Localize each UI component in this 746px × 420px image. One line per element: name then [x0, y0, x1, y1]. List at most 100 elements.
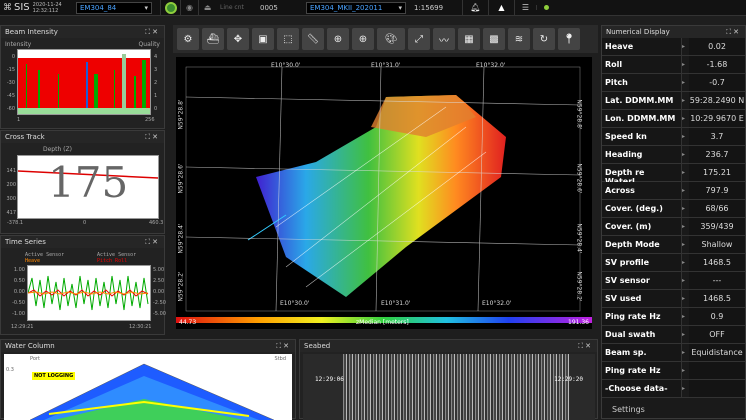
row-label: Heave — [602, 38, 682, 55]
app-name: SIS — [14, 2, 30, 13]
target-button[interactable]: ⊕ — [327, 28, 349, 50]
zoom-extent-button[interactable]: ⬚ — [277, 28, 299, 50]
colorbar-max: 191.36 — [568, 319, 589, 326]
pan-button[interactable]: ✥ — [227, 28, 249, 50]
numerical-row[interactable]: Cover. (deg.) ▸ 68/66 — [602, 200, 745, 218]
numerical-row[interactable]: Heave ▸ 0.02 — [602, 38, 745, 56]
warning-icon: ▲ — [498, 3, 505, 12]
row-value: --- — [689, 272, 745, 289]
graph-button[interactable]: 〰 — [433, 28, 455, 50]
numerical-row[interactable]: Ping rate Hz ▸ — [602, 362, 745, 380]
y-axis-right: 5.00 2.50 0.00 -2.50 -5.00 — [153, 265, 166, 320]
vessel-button[interactable]: ⛴ — [202, 28, 224, 50]
chevron-right-icon: ▸ — [682, 187, 686, 194]
status-indicator — [536, 5, 556, 10]
close-icon[interactable]: ✕ — [152, 133, 160, 141]
settings-link[interactable]: Settings — [612, 405, 645, 414]
numerical-row[interactable]: SV sensor ▸ --- — [602, 272, 745, 290]
panel-controls[interactable]: ⛶✕ — [145, 28, 160, 36]
line-icon: ⤢ — [415, 33, 423, 45]
survey-select[interactable]: EM304_MKII_202011 ▾ — [306, 1, 406, 14]
scale-value: 1:15699 — [414, 3, 444, 12]
pin-button[interactable]: 📍︎ — [558, 28, 580, 50]
panel-controls[interactable]: ⛶✕ — [578, 342, 593, 350]
bathymetry-map[interactable]: E10°30.0' E10°31.0' E10°32.0' E10°30.0' … — [176, 57, 592, 329]
numerical-row[interactable]: Heading ▸ 236.7 — [602, 146, 745, 164]
line-button[interactable]: ⤢ — [408, 28, 430, 50]
numerical-row[interactable]: Pitch ▸ -0.7 — [602, 74, 745, 92]
warning-button[interactable]: ▲ — [488, 0, 514, 16]
tick: -2.50 — [153, 300, 166, 306]
lon-tick: E10°30.0' — [271, 62, 301, 69]
tick: 5.00 — [153, 267, 165, 273]
record-button[interactable]: ◉ — [180, 0, 198, 16]
settings-button[interactable]: ⚙ — [177, 28, 199, 50]
panel-title: Water Column — [5, 342, 55, 350]
lon-tick: E10°31.0' — [371, 62, 401, 69]
tick: 0 — [11, 54, 15, 60]
refresh-button[interactable]: ↻ — [533, 28, 555, 50]
row-value: 1468.5 — [689, 254, 745, 271]
sensor-select[interactable]: EM304_84 ▾ — [76, 1, 152, 14]
numerical-row[interactable]: SV used ▸ 1468.5 — [602, 290, 745, 308]
chevron-right-icon: ▸ — [682, 295, 686, 302]
panel-title: Time Series — [5, 238, 46, 246]
numerical-row[interactable]: Depth re Waterl.▸175.21 — [602, 164, 745, 186]
numerical-row[interactable]: Ping rate Hz ▸ 0.9 — [602, 308, 745, 326]
close-icon[interactable]: ✕ — [283, 342, 291, 350]
numerical-row[interactable]: Beam sp. ▸ Equidistance — [602, 344, 745, 362]
row-value: 0.9 — [689, 308, 745, 325]
bell-button[interactable]: 🔔︎ — [462, 0, 488, 16]
numerical-row[interactable]: -Choose data- ▸ — [602, 380, 745, 398]
position-button[interactable]: ⊕ — [352, 28, 374, 50]
close-icon[interactable]: ✕ — [733, 28, 741, 36]
row-label: Lon. DDMM.MM — [602, 110, 682, 127]
tick: 200 — [6, 182, 16, 188]
ping-active-button[interactable] — [160, 0, 180, 16]
status-dot-icon — [544, 5, 549, 10]
close-icon[interactable]: ✕ — [152, 238, 160, 246]
tick: 2.50 — [153, 278, 165, 284]
numerical-row[interactable]: Across ▸ 797.9 — [602, 182, 745, 200]
chevron-right-icon: ▸ — [682, 223, 686, 230]
frame-button[interactable]: ▣ — [252, 28, 274, 50]
panel-controls[interactable]: ⛶✕ — [145, 133, 160, 141]
row-label: SV sensor — [602, 272, 682, 289]
panel-controls[interactable]: ⛶✕ — [726, 28, 741, 36]
colorbar-min: 44.73 — [179, 319, 197, 326]
numerical-row[interactable]: Lat. DDMM.MM ▸ 59:28.2490 N — [602, 92, 745, 110]
row-value — [689, 362, 745, 379]
numerical-row[interactable]: Depth Mode ▸ Shallow — [602, 236, 745, 254]
menu-button[interactable]: ☰ — [514, 0, 536, 16]
numerical-row[interactable]: Roll ▸ -1.68 — [602, 56, 745, 74]
bell-icon: 🔔︎ — [470, 3, 481, 12]
row-label: Cover. (m) — [602, 218, 682, 235]
numerical-row[interactable]: Cover. (m) ▸ 359/439 — [602, 218, 745, 236]
cross-track-panel: Cross Track ⛶✕ Depth (Z) 175 141 200 300 417… — [0, 130, 165, 234]
measure-button[interactable]: 📏︎ — [302, 28, 324, 50]
panel-header: Time Series ⛶✕ — [1, 236, 164, 248]
numerical-row[interactable]: Dual swath ▸ OFF — [602, 326, 745, 344]
eject-button[interactable]: ⏏ — [198, 0, 216, 16]
layers-button[interactable]: ≋ — [508, 28, 530, 50]
seabed-image: 12:29:06 12:29:20 — [303, 354, 595, 420]
numerical-row[interactable]: Lon. DDMM.MM ▸ 10:29.9670 E — [602, 110, 745, 128]
grid-button[interactable]: ▦ — [458, 28, 480, 50]
close-icon[interactable]: ✕ — [152, 28, 160, 36]
panel-controls[interactable]: ⛶✕ — [145, 238, 160, 246]
chevron-right-icon: ▸ — [682, 97, 686, 104]
panel-header: Cross Track ⛶✕ — [1, 131, 164, 143]
tick: 0.50 — [13, 278, 25, 284]
checker-button[interactable]: ▩ — [483, 28, 505, 50]
numerical-row[interactable]: SV profile ▸ 1468.5 — [602, 254, 745, 272]
row-value: 236.7 — [689, 146, 745, 163]
panel-title: Seabed — [304, 342, 331, 350]
close-icon[interactable]: ✕ — [585, 342, 593, 350]
numerical-row[interactable]: Speed kn ▸ 3.7 — [602, 128, 745, 146]
row-value: 359/439 — [689, 218, 745, 235]
panel-controls[interactable]: ⛶✕ — [276, 342, 291, 350]
chevron-right-icon: ▸ — [682, 133, 686, 140]
palette-button[interactable]: 🎨︎ — [377, 28, 405, 50]
survey-value: EM304_MKII_202011 — [310, 3, 383, 12]
tick: 0.00 — [13, 289, 25, 295]
